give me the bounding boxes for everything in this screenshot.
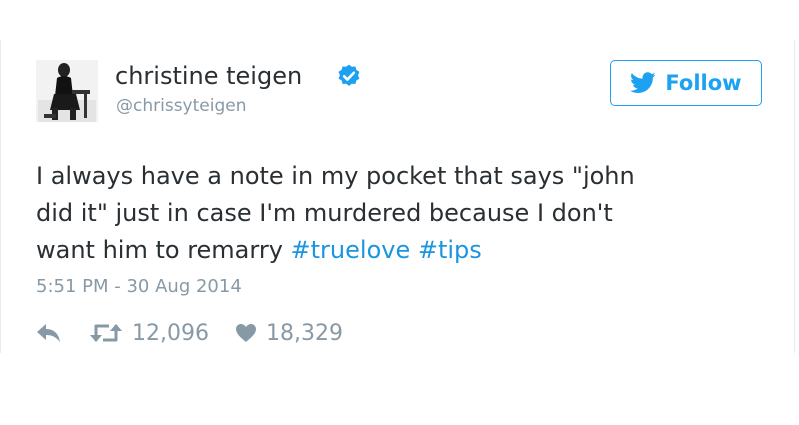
avatar[interactable] — [36, 60, 98, 122]
retweet-icon — [90, 324, 122, 342]
author-name[interactable]: christine teigen — [115, 62, 302, 90]
like-count: 18,329 — [265, 320, 343, 346]
twitter-bird-icon — [630, 72, 656, 93]
follow-label: Follow — [665, 71, 742, 95]
tweet-text: I always have a note in my pocket that s… — [36, 158, 776, 269]
tweet-text-segment: did it" just in case I'm murdered becaus… — [36, 199, 613, 227]
tweet-actions: 12,096 18,329 — [36, 318, 343, 348]
heart-icon — [235, 324, 256, 342]
tweet-timestamp[interactable]: 5:51 PM - 30 Aug 2014 — [36, 276, 242, 297]
retweet-button[interactable]: 12,096 — [89, 321, 209, 346]
tweet-text-segment: I always have a note in my pocket that s… — [36, 162, 635, 190]
tweet-text-segment: want him to remarry — [36, 236, 291, 264]
profile-photo — [36, 60, 98, 122]
hashtag-link[interactable]: #tips — [418, 236, 482, 264]
hashtag-link[interactable]: #truelove — [291, 236, 411, 264]
like-button[interactable]: 18,329 — [235, 321, 343, 346]
tweet-text-line: I always have a note in my pocket that s… — [36, 162, 635, 190]
retweet-count: 12,096 — [132, 320, 209, 346]
reply-button[interactable] — [36, 323, 62, 343]
author-handle[interactable]: @chrissyteigen — [116, 96, 246, 116]
verified-badge-icon — [338, 64, 360, 86]
tweet-text-line: want him to remarry #truelove #tips — [36, 236, 482, 264]
tweet-text-line: did it" just in case I'm murdered becaus… — [36, 199, 613, 227]
follow-button[interactable]: Follow — [610, 60, 762, 106]
reply-icon — [37, 324, 60, 342]
tweet-text-segment — [410, 236, 418, 264]
